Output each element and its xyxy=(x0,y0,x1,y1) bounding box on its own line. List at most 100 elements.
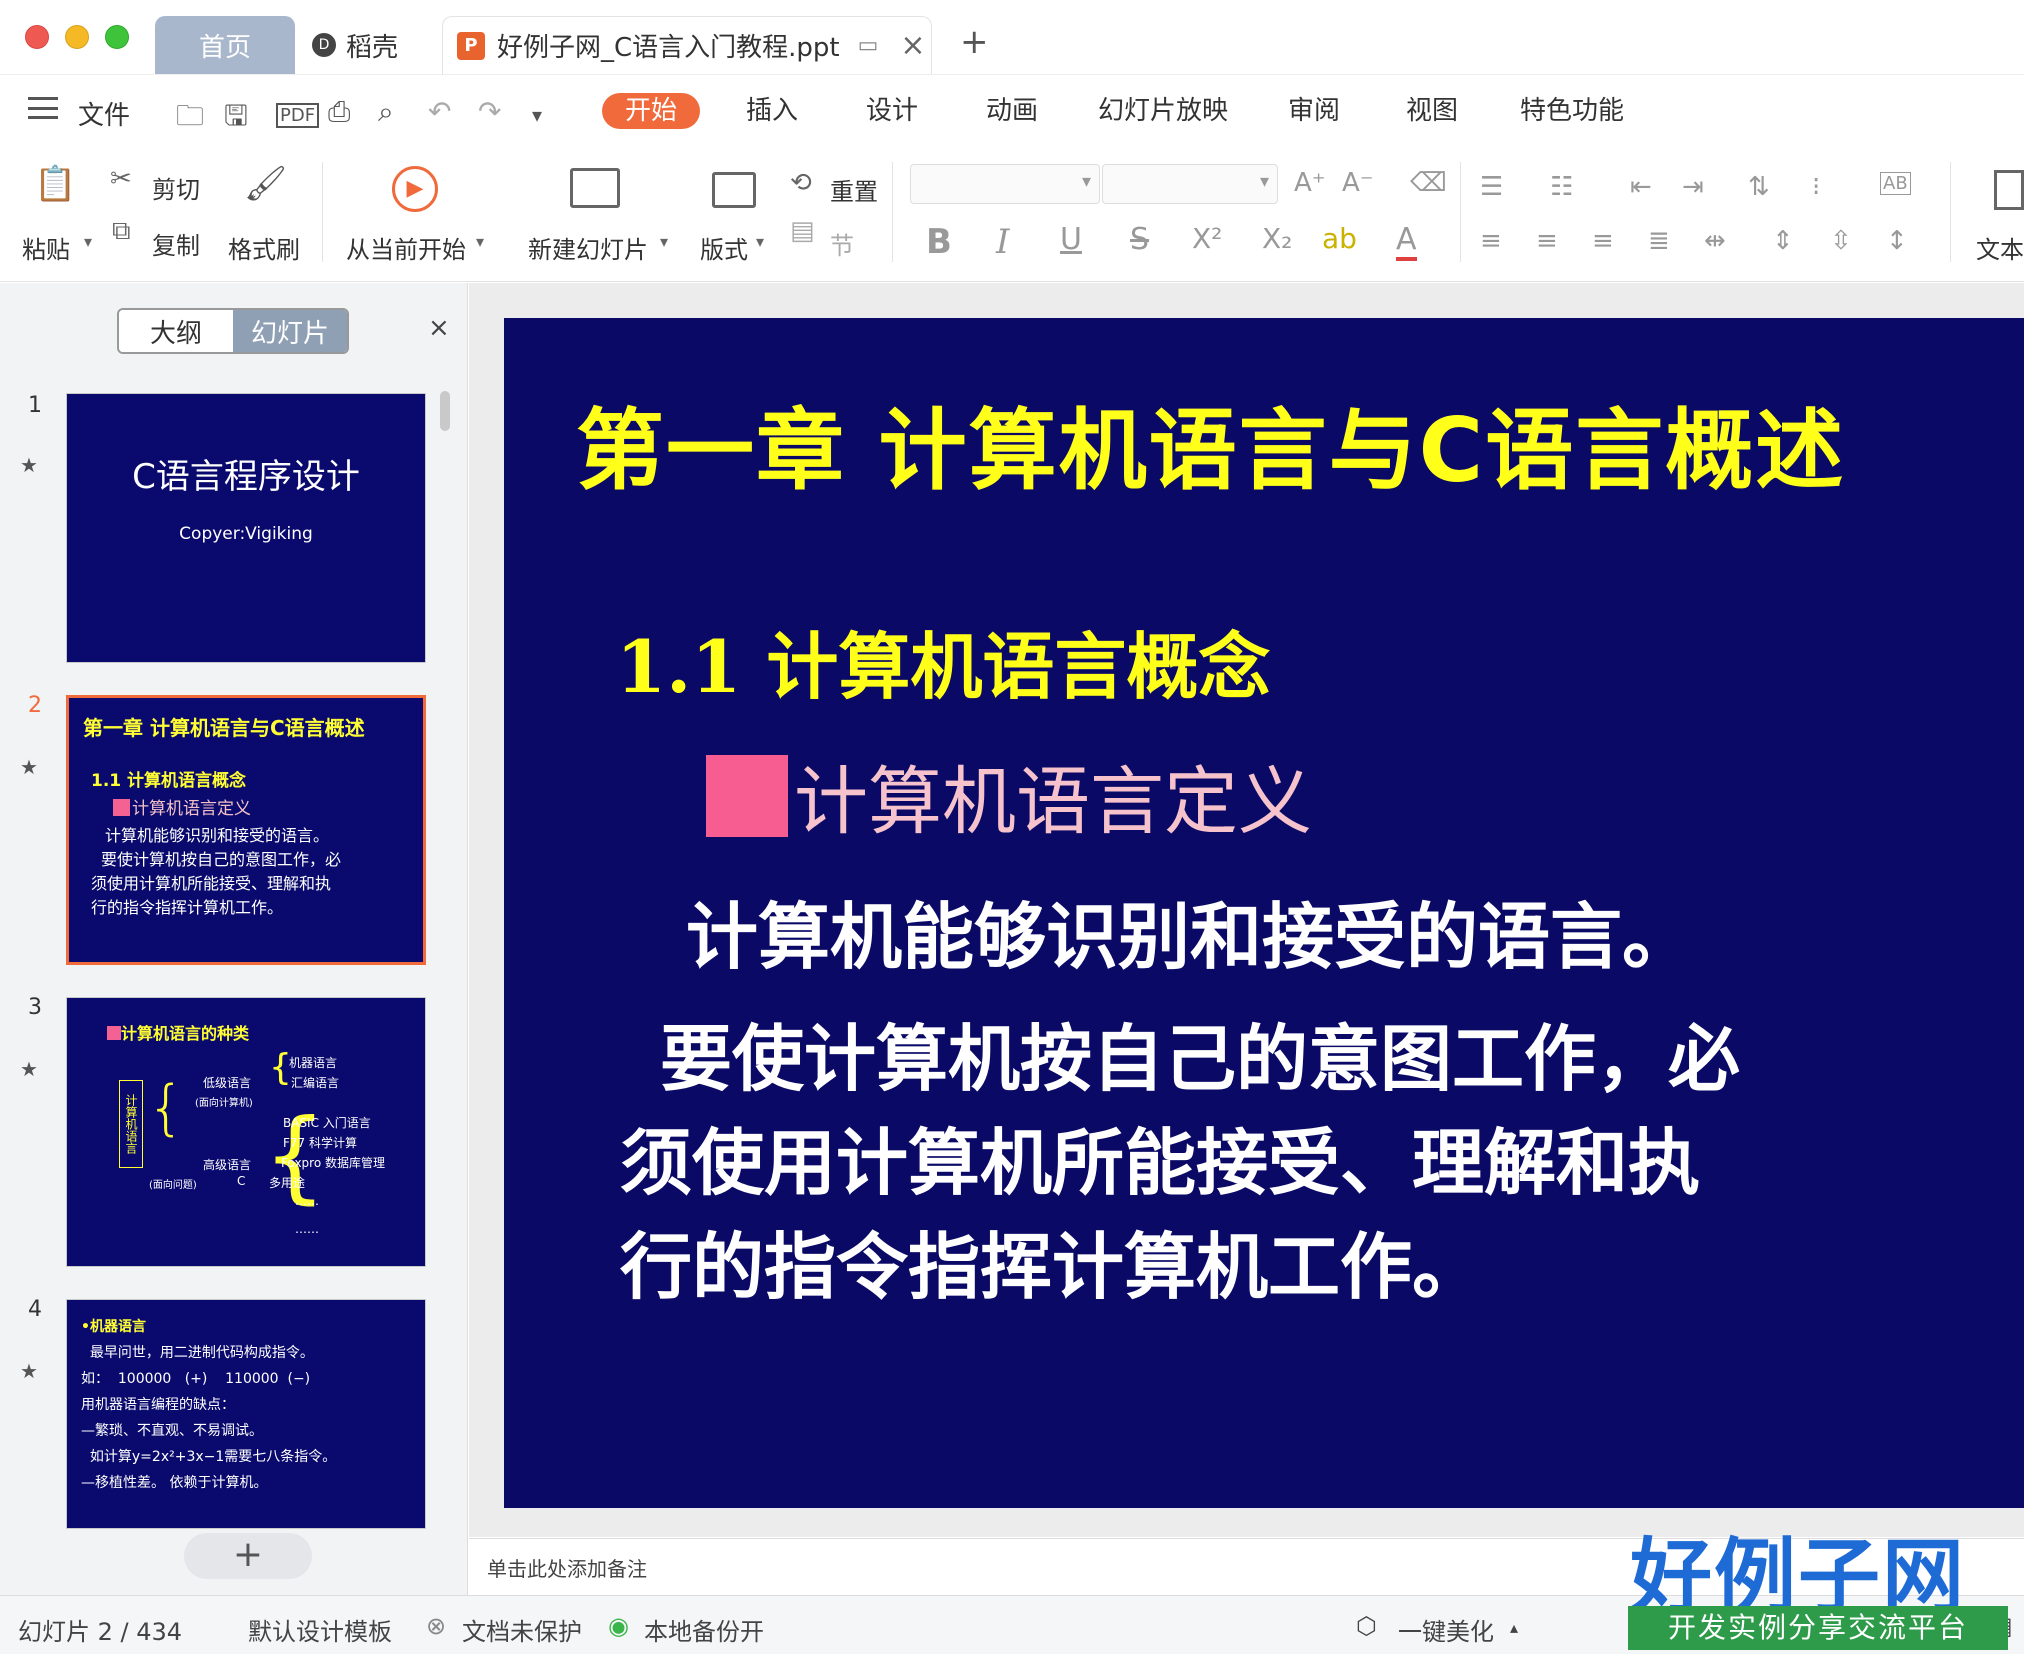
underline-icon[interactable]: U xyxy=(1060,222,1082,257)
bold-icon[interactable]: B xyxy=(926,222,952,262)
menu-start[interactable]: 开始 xyxy=(602,93,700,129)
slide-body-line[interactable]: 计算机能够识别和接受的语言。 xyxy=(686,878,1694,983)
copy-button[interactable]: 复制 xyxy=(152,226,200,261)
paste-chevron-icon[interactable]: ▾ xyxy=(84,232,92,251)
one-click-beautify[interactable]: 一键美化 xyxy=(1398,1612,1494,1647)
print-icon[interactable]: ⎙ xyxy=(328,95,350,129)
new-tab-button[interactable]: + xyxy=(960,22,989,62)
slide-body-line[interactable]: 行的指令指挥计算机工作。 xyxy=(620,1208,1484,1313)
panel-scrollbar[interactable] xyxy=(438,383,452,1603)
slide-body-line[interactable]: 须使用计算机所能接受、理解和执 xyxy=(620,1104,1700,1209)
scrollbar-thumb[interactable] xyxy=(440,391,450,431)
save-icon[interactable]: 🖫 xyxy=(224,95,248,143)
add-slide-button[interactable]: + xyxy=(184,1533,312,1579)
align-right-icon[interactable]: ≡ xyxy=(1592,226,1614,256)
format-painter-button[interactable]: 格式刷 xyxy=(228,230,300,265)
paragraph-spacing-icon[interactable]: ⇕ xyxy=(1772,226,1794,256)
slide-definition-heading[interactable]: 计算机语言定义 xyxy=(706,742,1312,849)
tab-slides[interactable]: 幻灯片 xyxy=(233,310,347,352)
slide-body-line[interactable]: 要使计算机按自己的意图工作，必 xyxy=(660,1000,1740,1105)
font-size-combo[interactable] xyxy=(1102,164,1278,204)
line-spacing-icon[interactable]: ⁝ xyxy=(1812,172,1820,202)
layout-button[interactable]: 版式 xyxy=(700,230,748,265)
window-minimize-button[interactable] xyxy=(65,25,89,49)
clear-format-icon[interactable]: ⌫ xyxy=(1410,168,1447,198)
screen-icon[interactable]: ▭ xyxy=(858,33,879,58)
tab-daoke[interactable]: D 稻壳 xyxy=(312,16,432,74)
numbering-icon[interactable]: ☷ xyxy=(1550,172,1573,202)
slide-thumbnail-3[interactable]: 计算机语言的种类 计算机语言 { 低级语言 (面向计算机) { 机器语言 汇编语… xyxy=(66,997,426,1267)
window-close-button[interactable] xyxy=(25,25,49,49)
close-panel-icon[interactable]: × xyxy=(428,313,450,343)
text-case-icon[interactable]: AB xyxy=(1880,172,1911,195)
text-direction-icon[interactable]: ⇅ xyxy=(1748,172,1770,202)
strikethrough-icon[interactable]: S xyxy=(1130,222,1149,257)
textbox-button[interactable]: 文本 xyxy=(1976,230,2024,265)
slide-title[interactable]: 第一章 计算机语言与C语言概述 xyxy=(576,380,1845,507)
slide-thumbnail-2[interactable]: 第一章 计算机语言与C语言概述 1.1 计算机语言概念 计算机语言定义 计算机能… xyxy=(66,695,426,965)
copy-icon[interactable]: ⧉ xyxy=(112,216,131,247)
menu-slideshow[interactable]: 幻灯片放映 xyxy=(1098,93,1228,129)
font-color-icon[interactable]: A xyxy=(1396,222,1417,261)
format-painter-icon[interactable]: 🖌 xyxy=(244,164,287,204)
undo-icon[interactable]: ↶ xyxy=(428,95,451,128)
cut-button[interactable]: 剪切 xyxy=(152,170,200,205)
distribute-icon[interactable]: ⇹ xyxy=(1704,226,1726,256)
menu-review[interactable]: 审阅 xyxy=(1288,93,1340,129)
print-preview-icon[interactable]: ⌕ xyxy=(378,95,394,129)
tab-outline[interactable]: 大纲 xyxy=(119,310,233,352)
customize-chevron-icon[interactable]: ▾ xyxy=(532,103,542,127)
open-folder-icon[interactable]: 🗀 xyxy=(176,95,204,143)
local-backup[interactable]: 本地备份开 xyxy=(644,1612,764,1647)
increase-font-icon[interactable]: A⁺ xyxy=(1294,168,1326,198)
section-button[interactable]: 节 xyxy=(830,226,854,261)
bullets-icon[interactable]: ☰ xyxy=(1480,172,1503,202)
play-from-current-button[interactable]: 从当前开始 xyxy=(346,230,466,265)
play-icon[interactable]: ▶ xyxy=(392,166,438,212)
slide-thumbnail-1[interactable]: C语言程序设计 Copyer:Vigiking xyxy=(66,393,426,663)
redo-icon[interactable]: ↷ xyxy=(478,95,501,128)
new-slide-chevron-icon[interactable]: ▾ xyxy=(660,232,668,251)
close-tab-icon[interactable]: × xyxy=(900,28,925,63)
cut-icon[interactable]: ✂ xyxy=(110,164,132,194)
current-slide[interactable]: 第一章 计算机语言与C语言概述 1.1 计算机语言概念 计算机语言定义 计算机能… xyxy=(504,318,2024,1508)
menu-file[interactable]: 文件 xyxy=(78,95,130,132)
layout-chevron-icon[interactable]: ▾ xyxy=(756,232,764,251)
section-icon[interactable]: ▤ xyxy=(790,216,815,246)
hamburger-menu-icon[interactable] xyxy=(28,97,58,119)
paste-icon[interactable]: 📋 xyxy=(34,164,76,204)
column-spacing-icon[interactable]: ⇳ xyxy=(1830,226,1852,256)
decrease-font-icon[interactable]: A⁻ xyxy=(1342,168,1374,198)
pdf-icon[interactable]: PDF xyxy=(276,103,320,128)
new-slide-button[interactable]: 新建幻灯片 xyxy=(528,230,648,265)
layout-icon[interactable] xyxy=(712,172,756,208)
decrease-indent-icon[interactable]: ⇤ xyxy=(1630,172,1652,202)
align-center-icon[interactable]: ≡ xyxy=(1536,226,1558,256)
menu-insert[interactable]: 插入 xyxy=(746,93,798,129)
paste-button[interactable]: 粘贴 xyxy=(22,230,70,265)
menu-special[interactable]: 特色功能 xyxy=(1520,93,1624,129)
beautify-chevron-icon[interactable]: ▴ xyxy=(1510,1618,1518,1637)
menu-animation[interactable]: 动画 xyxy=(986,93,1038,129)
slide-thumbnail-4[interactable]: •机器语言 最早问世，用二进制代码构成指令。 如： 100000 (+) 110… xyxy=(66,1299,426,1529)
justify-icon[interactable]: ≣ xyxy=(1648,226,1670,256)
font-name-combo[interactable] xyxy=(910,164,1100,204)
document-protection[interactable]: 文档未保护 xyxy=(462,1612,582,1647)
tab-document[interactable]: P 好例子网_C语言入门教程.ppt ▭ × xyxy=(442,16,932,74)
window-maximize-button[interactable] xyxy=(105,25,129,49)
highlight-icon[interactable]: ab xyxy=(1322,222,1357,255)
menu-design[interactable]: 设计 xyxy=(866,93,918,129)
tab-home[interactable]: 首页 xyxy=(155,16,295,74)
textbox-icon[interactable] xyxy=(1994,170,2024,210)
menu-view[interactable]: 视图 xyxy=(1406,93,1458,129)
increase-indent-icon[interactable]: ⇥ xyxy=(1682,172,1704,202)
design-template[interactable]: 默认设计模板 xyxy=(248,1612,392,1647)
italic-icon[interactable]: I xyxy=(996,222,1009,262)
subscript-icon[interactable]: X₂ xyxy=(1262,222,1292,255)
superscript-icon[interactable]: X² xyxy=(1192,222,1222,255)
reset-button[interactable]: 重置 xyxy=(830,172,878,207)
line-height-icon[interactable]: ↕ xyxy=(1886,226,1908,256)
new-slide-icon[interactable] xyxy=(570,168,620,208)
reset-icon[interactable]: ⟲ xyxy=(790,168,812,198)
align-left-icon[interactable]: ≡ xyxy=(1480,226,1502,256)
